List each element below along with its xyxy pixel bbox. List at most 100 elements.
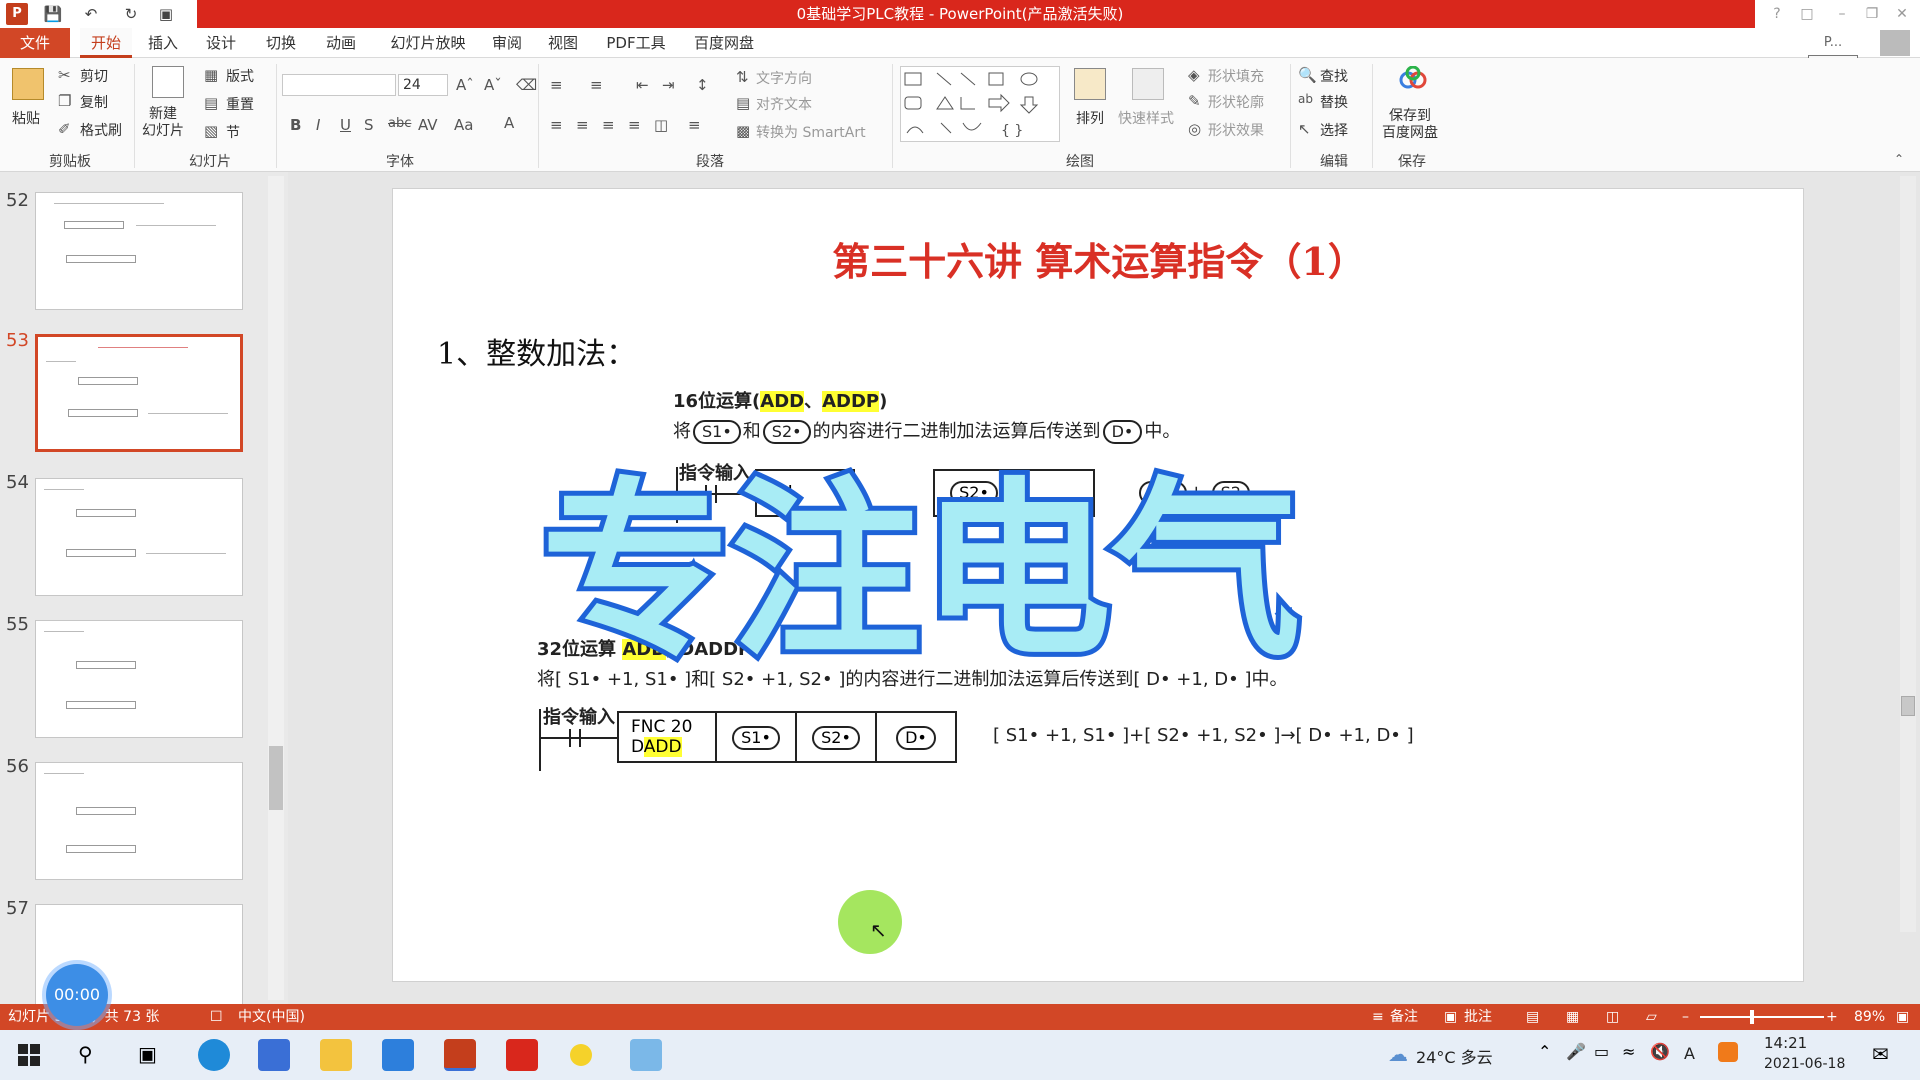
align-left-icon[interactable]: ≡ — [550, 116, 563, 134]
tab-pdf-tools[interactable]: PDF工具 — [598, 28, 674, 58]
columns-icon[interactable]: ◫ — [654, 116, 668, 134]
tab-transitions[interactable]: 切换 — [258, 28, 304, 58]
align-right-icon[interactable]: ≡ — [602, 116, 615, 134]
ime-indicator[interactable]: A — [1684, 1044, 1695, 1063]
align-center-icon[interactable]: ≡ — [576, 116, 589, 134]
italic-icon[interactable]: I — [316, 116, 320, 134]
cut-button[interactable]: 剪切 — [80, 66, 108, 86]
minimize-icon[interactable]: – — [1830, 3, 1854, 25]
clock-date[interactable]: 2021-06-18 — [1764, 1056, 1845, 1072]
quick-styles-button[interactable]: 快速样式 — [1118, 108, 1174, 128]
weather-text[interactable]: 24°C 多云 — [1416, 1044, 1493, 1068]
tab-review[interactable]: 审阅 — [484, 28, 530, 58]
zoom-out-icon[interactable]: – — [1682, 1004, 1689, 1030]
line-spacing-icon[interactable]: ↕ — [696, 76, 709, 94]
slideshow-icon[interactable]: ▱ — [1646, 1004, 1657, 1030]
baidu-cloud-icon[interactable] — [1398, 65, 1428, 92]
slide-thumbnail[interactable] — [35, 192, 243, 310]
reset-button[interactable]: 重置 — [226, 94, 254, 114]
plc-software-icon[interactable] — [630, 1039, 662, 1071]
scroll-thumb[interactable] — [1901, 696, 1915, 716]
bullets-icon[interactable]: ≡ — [550, 76, 563, 94]
reading-view-icon[interactable]: ◫ — [1606, 1004, 1619, 1030]
shape-fill-button[interactable]: 形状填充 — [1208, 66, 1264, 86]
slide-thumbnail[interactable] — [35, 620, 243, 738]
font-color-icon[interactable]: A — [504, 114, 514, 132]
layout-button[interactable]: 版式 — [226, 66, 254, 86]
store-icon[interactable] — [258, 1039, 290, 1071]
tab-slideshow[interactable]: 幻灯片放映 — [378, 28, 478, 58]
format-painter-button[interactable]: 格式刷 — [80, 120, 122, 140]
convert-smartart-button[interactable]: 转换为 SmartArt — [756, 122, 866, 142]
select-button[interactable]: 选择 — [1320, 120, 1348, 140]
char-spacing-icon[interactable]: AV — [418, 116, 438, 134]
slide-thumbnail-selected[interactable] — [35, 334, 243, 452]
underline-icon[interactable]: U — [340, 116, 351, 134]
font-name-combo[interactable] — [282, 74, 396, 96]
tab-design[interactable]: 设计 — [198, 28, 244, 58]
quick-styles-icon[interactable] — [1132, 68, 1164, 100]
battery-icon[interactable]: ▭ — [1594, 1042, 1609, 1061]
account-avatar[interactable] — [1880, 30, 1910, 56]
zoom-slider[interactable] — [1700, 1016, 1824, 1018]
microphone-icon[interactable]: 🎤 — [1566, 1042, 1586, 1061]
paragraph-border-icon[interactable]: ≡ — [688, 116, 701, 134]
decrease-indent-icon[interactable]: ⇤ — [636, 76, 649, 94]
help-icon[interactable]: ? — [1765, 3, 1789, 25]
section-button[interactable]: 节 — [226, 122, 240, 142]
text-direction-button[interactable]: 文字方向 — [756, 68, 812, 88]
search-icon[interactable]: ⚲ — [78, 1042, 93, 1066]
tray-app-icon[interactable] — [570, 1044, 592, 1066]
restore-icon[interactable]: ❐ — [1860, 3, 1884, 25]
shadow-icon[interactable]: S — [364, 116, 374, 134]
collapse-ribbon-icon[interactable]: ⌃ — [1894, 152, 1904, 166]
ribbon-display-icon[interactable]: □ — [1795, 3, 1819, 25]
shape-effects-button[interactable]: 形状效果 — [1208, 120, 1264, 140]
zoom-in-icon[interactable]: + — [1826, 1004, 1838, 1030]
find-button[interactable]: 查找 — [1320, 66, 1348, 86]
close-icon[interactable]: ✕ — [1890, 3, 1914, 25]
copy-button[interactable]: 复制 — [80, 92, 108, 112]
arrange-button[interactable]: 排列 — [1076, 108, 1104, 128]
scroll-thumb[interactable] — [269, 746, 283, 810]
shrink-font-icon[interactable]: Aˇ — [484, 76, 502, 94]
align-text-button[interactable]: 对齐文本 — [756, 94, 812, 114]
volume-muted-icon[interactable]: 🔇 — [1650, 1042, 1670, 1061]
feishu-app-icon[interactable] — [382, 1039, 414, 1071]
wifi-icon[interactable]: ≈ — [1622, 1042, 1635, 1061]
language-indicator[interactable]: 中文(中国) — [238, 1004, 305, 1030]
new-slide-button[interactable]: 新建 幻灯片 — [142, 106, 184, 140]
clock-time[interactable]: 14:21 — [1764, 1034, 1807, 1052]
tab-view[interactable]: 视图 — [540, 28, 586, 58]
file-explorer-icon[interactable] — [320, 1039, 352, 1071]
replace-button[interactable]: 替换 — [1320, 92, 1348, 112]
arrange-icon[interactable] — [1074, 68, 1106, 100]
increase-indent-icon[interactable]: ⇥ — [662, 76, 675, 94]
justify-icon[interactable]: ≡ — [628, 116, 641, 134]
notification-icon[interactable]: ✉ — [1872, 1042, 1889, 1066]
zoom-slider-thumb[interactable] — [1750, 1010, 1754, 1024]
thumbnail-scrollbar[interactable] — [268, 176, 284, 1000]
clear-format-icon[interactable]: ⌫ — [516, 76, 537, 94]
bold-icon[interactable]: B — [290, 116, 301, 134]
change-case-icon[interactable]: Aa — [454, 116, 473, 134]
tray-g-icon[interactable] — [1718, 1042, 1738, 1062]
user-label[interactable]: P... — [1808, 28, 1858, 58]
new-slide-icon[interactable] — [152, 66, 184, 98]
comments-button[interactable]: 批注 — [1464, 1004, 1492, 1030]
shapes-gallery[interactable]: { } — [900, 66, 1060, 142]
slide-sorter-icon[interactable]: ▦ — [1566, 1004, 1579, 1030]
strikethrough-icon[interactable]: abc — [388, 116, 411, 131]
save-to-baidu-button[interactable]: 保存到 百度网盘 — [1382, 108, 1438, 142]
tray-expand-icon[interactable]: ⌃ — [1538, 1042, 1551, 1061]
powerpoint-taskbar-icon[interactable] — [444, 1039, 476, 1071]
task-view-icon[interactable]: ▣ — [138, 1042, 157, 1066]
normal-view-icon[interactable]: ▤ — [1526, 1004, 1539, 1030]
tab-home[interactable]: 开始 — [80, 28, 132, 58]
grow-font-icon[interactable]: Aˆ — [456, 76, 474, 94]
slide-thumbnail[interactable] — [35, 478, 243, 596]
editor-scrollbar[interactable] — [1900, 176, 1916, 932]
numbering-icon[interactable]: ≡ — [590, 76, 603, 94]
spellcheck-icon[interactable]: ☐ — [210, 1004, 223, 1030]
paste-button[interactable]: 粘贴 — [12, 108, 40, 128]
